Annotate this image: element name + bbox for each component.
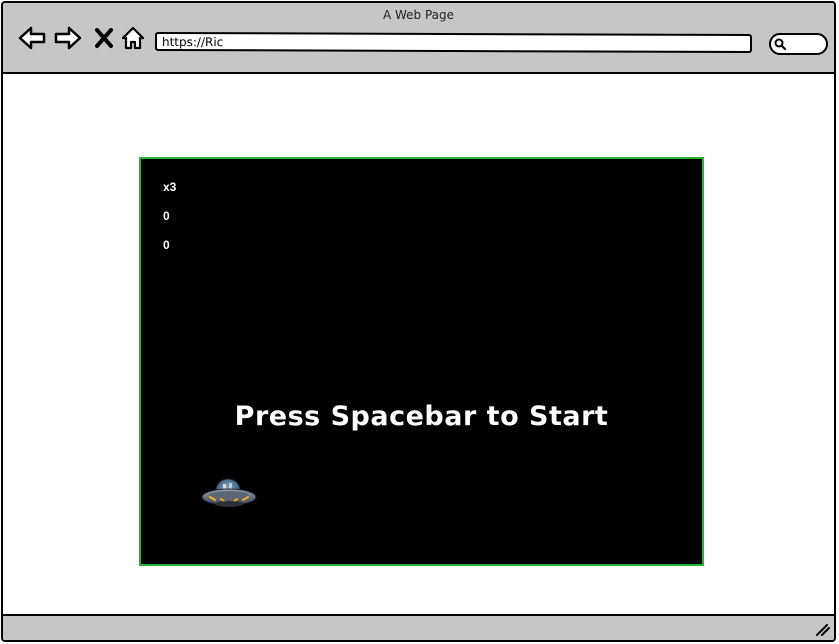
back-arrow-icon	[18, 26, 46, 50]
stop-button[interactable]	[89, 23, 119, 53]
search-box[interactable]	[769, 33, 828, 55]
home-button[interactable]	[118, 23, 148, 53]
address-bar[interactable]: https://Ric	[155, 31, 752, 54]
browser-toolbar: A Web Page https://Ric	[3, 3, 834, 74]
resize-grip-icon[interactable]	[814, 622, 830, 636]
search-icon	[774, 38, 786, 50]
close-icon	[95, 28, 113, 48]
ufo-spaceship-icon	[201, 478, 257, 507]
status-bar	[3, 614, 834, 640]
game-canvas[interactable]: x3 0 0 Press Spacebar to Start	[139, 157, 704, 566]
score-value: 0	[163, 209, 170, 223]
browser-window: A Web Page https://Ric x3 0 0 Press Spac…	[1, 1, 836, 642]
window-title: A Web Page	[382, 8, 455, 22]
lives-counter: x3	[163, 180, 177, 194]
address-text: https://Ric	[162, 34, 224, 50]
forward-button[interactable]	[53, 23, 83, 53]
high-score-value: 0	[163, 238, 170, 252]
home-icon	[121, 26, 145, 50]
forward-arrow-icon	[54, 26, 82, 50]
back-button[interactable]	[17, 23, 47, 53]
start-message: Press Spacebar to Start	[234, 401, 609, 432]
